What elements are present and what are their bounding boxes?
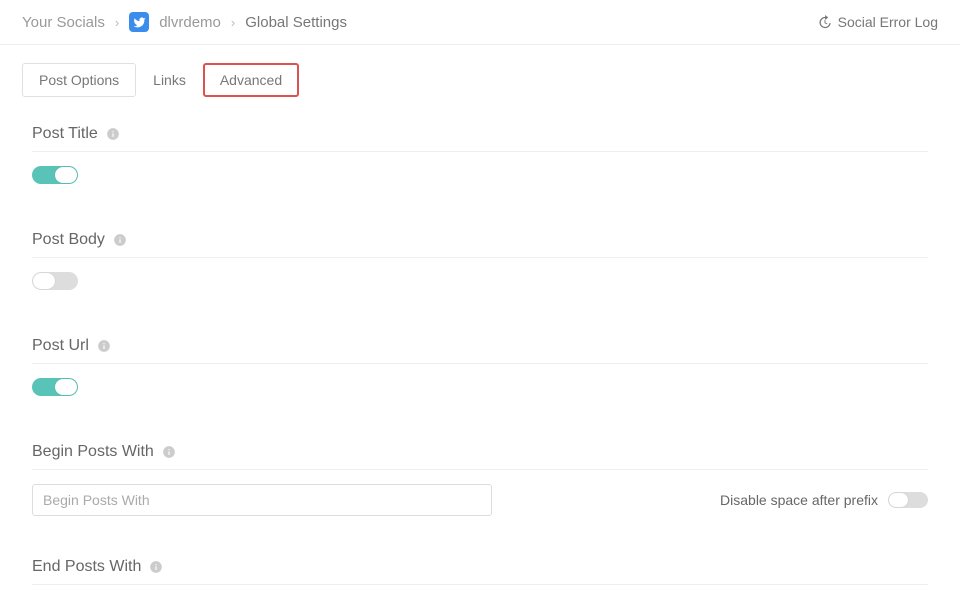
section-header: Begin Posts With: [32, 443, 928, 470]
section-header: End Posts With: [32, 558, 928, 585]
disable-space-group: Disable space after prefix: [720, 492, 928, 508]
section-header: Post Url: [32, 337, 928, 364]
breadcrumb-root[interactable]: Your Socials: [22, 14, 105, 31]
info-icon[interactable]: [106, 127, 120, 141]
post-title-toggle[interactable]: [32, 166, 78, 184]
disable-space-toggle[interactable]: [888, 492, 928, 508]
error-log-label: Social Error Log: [838, 14, 938, 30]
breadcrumb-account[interactable]: dlvrdemo: [159, 14, 221, 31]
content-area: Post Options Links Advanced Post Title P…: [0, 45, 960, 585]
disable-space-label: Disable space after prefix: [720, 492, 878, 508]
section-title: Post Body: [32, 231, 105, 249]
info-icon[interactable]: [113, 233, 127, 247]
section-post-title: Post Title: [32, 125, 928, 189]
history-icon: [817, 15, 832, 30]
section-end-posts: End Posts With: [32, 558, 928, 585]
section-title: Post Url: [32, 337, 89, 355]
info-icon[interactable]: [97, 339, 111, 353]
post-url-toggle[interactable]: [32, 378, 78, 396]
section-header: Post Body: [32, 231, 928, 258]
section-post-body: Post Body: [32, 231, 928, 295]
post-body-toggle[interactable]: [32, 272, 78, 290]
twitter-icon: [129, 12, 149, 32]
section-header: Post Title: [32, 125, 928, 152]
breadcrumb-current: Global Settings: [245, 14, 347, 31]
chevron-right-icon: ›: [115, 15, 119, 30]
header-bar: Your Socials › dlvrdemo › Global Setting…: [0, 0, 960, 45]
tab-links[interactable]: Links: [136, 63, 203, 97]
section-title: Begin Posts With: [32, 443, 154, 461]
section-post-url: Post Url: [32, 337, 928, 401]
begin-posts-input[interactable]: [32, 484, 492, 516]
tab-post-options[interactable]: Post Options: [22, 63, 136, 97]
info-icon[interactable]: [149, 560, 163, 574]
begin-posts-row: Disable space after prefix: [32, 484, 928, 516]
breadcrumb: Your Socials › dlvrdemo › Global Setting…: [22, 12, 347, 32]
section-title: End Posts With: [32, 558, 141, 576]
chevron-right-icon: ›: [231, 15, 235, 30]
tabs: Post Options Links Advanced: [22, 63, 938, 97]
info-icon[interactable]: [162, 445, 176, 459]
tab-advanced[interactable]: Advanced: [203, 63, 299, 97]
section-begin-posts: Begin Posts With Disable space after pre…: [32, 443, 928, 516]
social-error-log-link[interactable]: Social Error Log: [817, 14, 938, 30]
section-title: Post Title: [32, 125, 98, 143]
